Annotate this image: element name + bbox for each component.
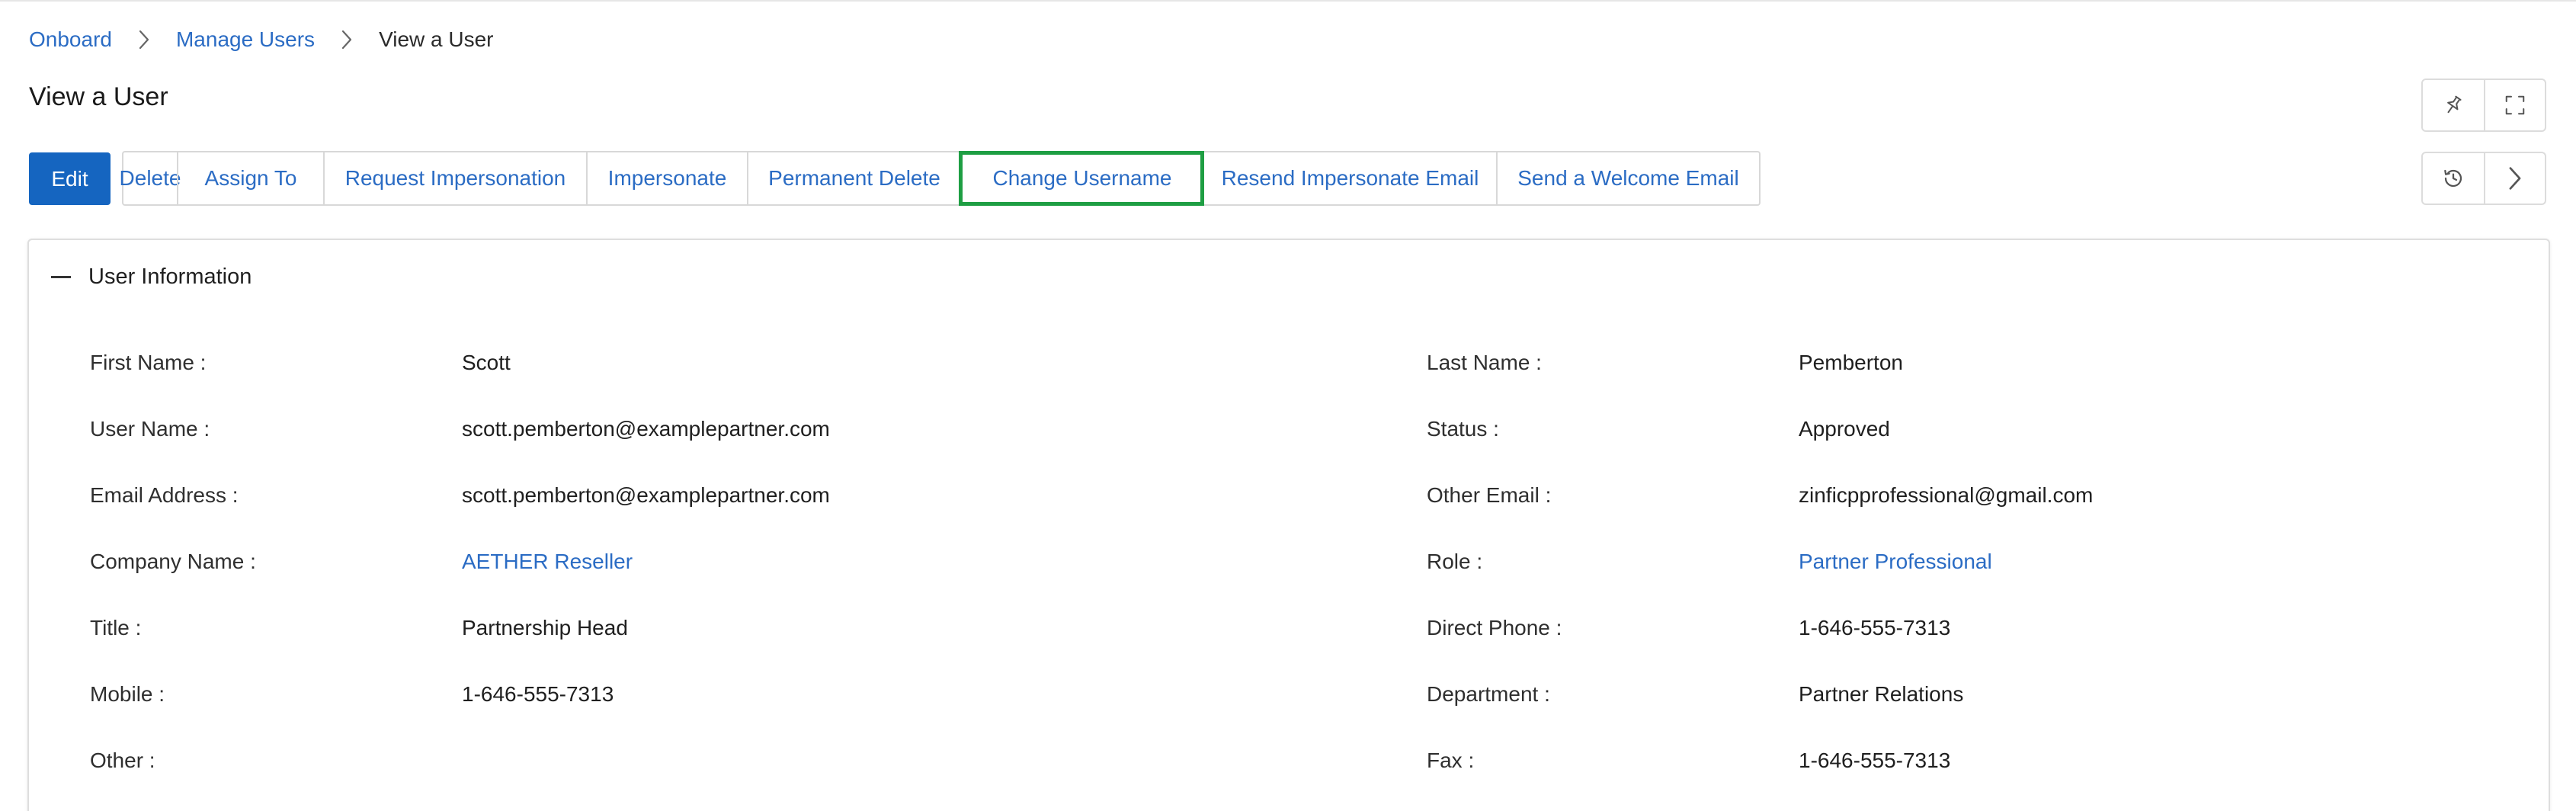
email-address-label: Email Address : <box>90 483 239 507</box>
request-impersonation-button[interactable]: Request Impersonation <box>323 152 586 204</box>
page-title: View a User <box>29 82 168 111</box>
edit-button[interactable]: Edit <box>29 152 111 205</box>
view-controls <box>2421 79 2546 132</box>
pin-icon[interactable] <box>2423 80 2484 130</box>
chevron-right-icon <box>328 24 365 55</box>
delete-button[interactable]: Delete <box>120 152 181 204</box>
chevron-right-icon <box>126 24 162 55</box>
title-value: Partnership Head <box>462 616 628 640</box>
section-title: User Information <box>88 264 252 289</box>
email-address-value: scott.pemberton@examplepartner.com <box>462 483 830 507</box>
permanent-delete-button[interactable]: Permanent Delete <box>747 152 960 204</box>
other-email-value: zinficpprofessional@gmail.com <box>1799 483 2094 507</box>
breadcrumb-manage-users-link[interactable]: Manage Users <box>176 27 315 52</box>
fullscreen-icon[interactable] <box>2484 80 2545 130</box>
last-name-label: Last Name : <box>1427 351 1542 374</box>
assign-to-button[interactable]: Assign To <box>177 152 323 204</box>
direct-phone-value: 1-646-555-7313 <box>1799 616 1951 640</box>
record-nav-controls <box>2421 152 2546 205</box>
breadcrumb-onboard-link[interactable]: Onboard <box>29 27 112 52</box>
history-icon[interactable] <box>2423 153 2484 204</box>
user-name-value: scott.pemberton@examplepartner.com <box>462 417 830 441</box>
section-header: User Information <box>50 264 252 290</box>
status-value: Approved <box>1799 417 1890 441</box>
collapse-icon[interactable] <box>50 267 72 288</box>
breadcrumb: Onboard Manage Users View a User <box>29 24 494 55</box>
direct-phone-label: Direct Phone : <box>1427 616 1562 640</box>
user-name-label: User Name : <box>90 417 210 441</box>
company-name-link[interactable]: AETHER Reseller <box>462 550 633 574</box>
fax-label: Fax : <box>1427 748 1475 772</box>
breadcrumb-current: View a User <box>379 27 494 51</box>
resend-impersonate-email-button[interactable]: Resend Impersonate Email <box>1203 152 1496 204</box>
role-link[interactable]: Partner Professional <box>1799 550 1992 574</box>
first-name-label: First Name : <box>90 351 207 374</box>
status-label: Status : <box>1427 417 1499 441</box>
chevron-right-icon[interactable] <box>2484 153 2545 204</box>
action-toolbar: Delete Assign To Request Impersonation I… <box>120 151 1761 206</box>
change-username-button[interactable]: Change Username <box>959 151 1204 206</box>
other-email-label: Other Email : <box>1427 483 1552 507</box>
first-name-value: Scott <box>462 351 511 374</box>
department-value: Partner Relations <box>1799 682 1964 706</box>
fax-value: 1-646-555-7313 <box>1799 748 1951 772</box>
user-information-panel: User Information First Name : Scott User… <box>27 239 2550 811</box>
send-welcome-email-button[interactable]: Send a Welcome Email <box>1496 152 1759 204</box>
department-label: Department : <box>1427 682 1550 706</box>
mobile-label: Mobile : <box>90 682 165 706</box>
other-label: Other : <box>90 748 155 772</box>
impersonate-button[interactable]: Impersonate <box>586 152 747 204</box>
title-label: Title : <box>90 616 142 640</box>
last-name-value: Pemberton <box>1799 351 1903 374</box>
company-name-label: Company Name : <box>90 550 256 573</box>
top-divider <box>0 0 2576 2</box>
mobile-value: 1-646-555-7313 <box>462 682 614 706</box>
role-label: Role : <box>1427 550 1483 573</box>
